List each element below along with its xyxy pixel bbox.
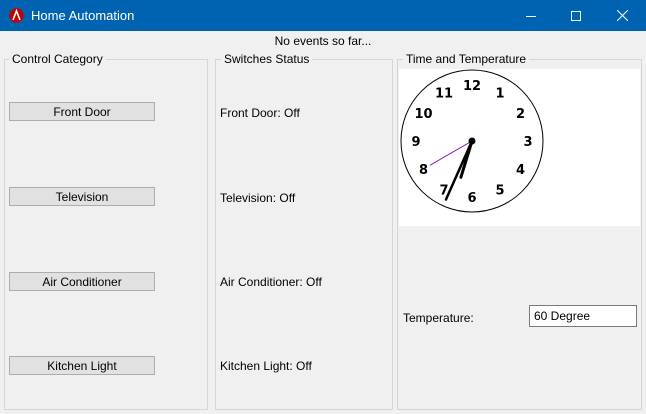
television-button[interactable]: Television [9, 187, 155, 206]
analog-clock: 121234567891011 [400, 69, 544, 213]
air-conditioner-button[interactable]: Air Conditioner [9, 272, 155, 291]
maximize-icon [571, 10, 581, 21]
switches-status-title: Switches Status [221, 52, 313, 66]
time-temperature-title: Time and Temperature [403, 52, 530, 66]
clock-number: 6 [467, 191, 476, 206]
control-category-title: Control Category [9, 52, 106, 66]
clock-number: 11 [435, 87, 453, 102]
clock-number: 5 [495, 183, 504, 198]
clock-number: 2 [516, 107, 525, 122]
air-conditioner-status: Air Conditioner: Off [220, 275, 322, 289]
temperature-field[interactable] [529, 305, 637, 327]
maximize-button[interactable] [553, 0, 599, 31]
kitchen-light-button[interactable]: Kitchen Light [9, 356, 155, 375]
front-door-button[interactable]: Front Door [9, 102, 155, 121]
window-title: Home Automation [31, 8, 135, 23]
clock-number: 8 [419, 163, 428, 178]
temperature-label: Temperature: [403, 311, 474, 325]
clock-number: 3 [523, 135, 532, 150]
clock-number: 10 [414, 107, 432, 122]
clock-number: 1 [495, 87, 504, 102]
clock-panel: 12 1 2 3 4 5 6 7 8 9 10 11 [399, 69, 640, 226]
kitchen-light-status: Kitchen Light: Off [220, 359, 312, 373]
clock-center [468, 137, 476, 145]
clock-number: 4 [516, 163, 525, 178]
app-logo-icon[interactable] [9, 8, 24, 23]
front-door-status: Front Door: Off [220, 106, 300, 120]
minimize-icon [526, 15, 536, 17]
clock-number: 12 [463, 79, 481, 94]
close-button[interactable] [599, 0, 645, 31]
close-icon [616, 10, 628, 21]
clock-number: 9 [411, 135, 420, 150]
minimize-button[interactable] [508, 0, 554, 31]
title-bar[interactable]: Home Automation [0, 0, 646, 31]
events-label: No events so far... [274, 34, 372, 48]
television-status: Television: Off [220, 191, 296, 205]
